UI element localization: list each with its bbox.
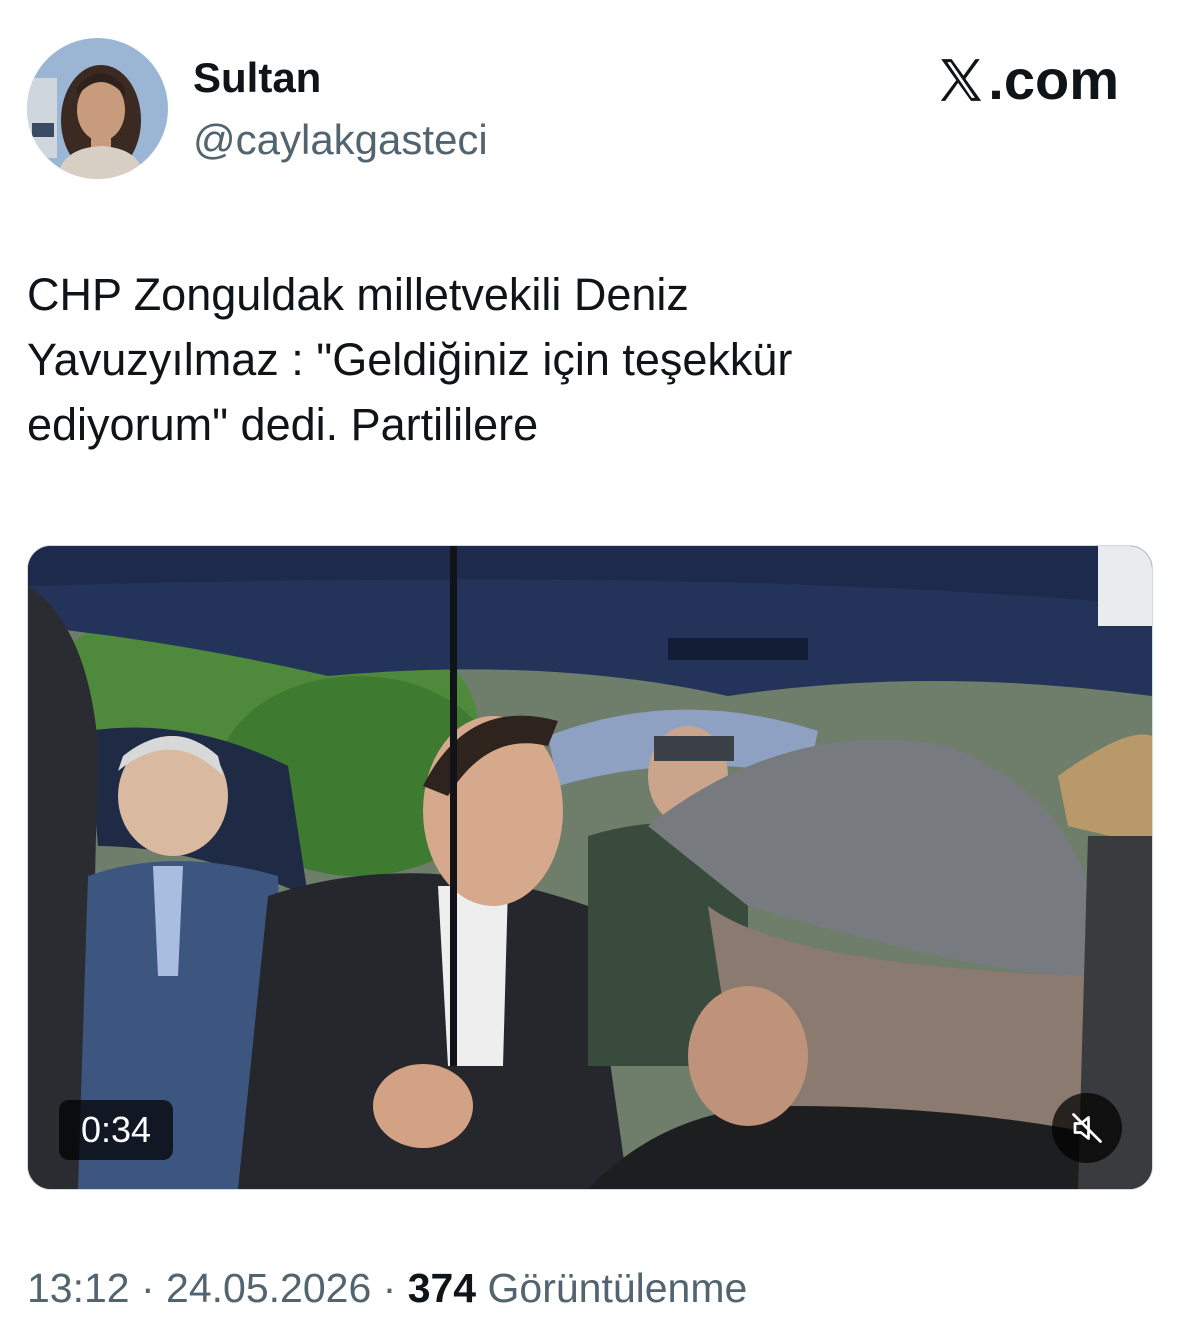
tweet-date[interactable]: 24.05.2026	[166, 1265, 371, 1311]
tweet-time[interactable]: 13:12	[27, 1265, 130, 1311]
meta-separator: ·	[371, 1265, 408, 1311]
x-logo-icon	[941, 59, 982, 101]
video-player[interactable]: 0:34	[27, 545, 1153, 1190]
views-count: 374	[407, 1265, 477, 1311]
author-display-name[interactable]: Sultan	[193, 52, 321, 104]
video-frame	[28, 546, 1152, 1189]
tweet-metadata: 13:12 · 24.05.2026 · 374 Görüntülenme	[27, 1262, 747, 1314]
speaker-muted-icon	[1072, 1113, 1102, 1143]
meta-separator: ·	[129, 1265, 167, 1311]
video-duration-badge: 0:34	[59, 1100, 173, 1160]
avatar-photo	[27, 38, 168, 179]
brand-logo: .com	[936, 48, 1119, 112]
views-label: Görüntülenme	[476, 1265, 748, 1311]
avatar[interactable]	[27, 38, 168, 179]
tweet-card: Sultan @caylakgasteci .com CHP Zonguldak…	[0, 0, 1179, 1337]
author-handle[interactable]: @caylakgasteci	[193, 114, 488, 166]
brand-domain: .com	[988, 48, 1119, 111]
mute-button[interactable]	[1052, 1093, 1122, 1163]
tweet-text: CHP Zonguldak milletvekili Deniz Yavuzyı…	[27, 269, 793, 450]
